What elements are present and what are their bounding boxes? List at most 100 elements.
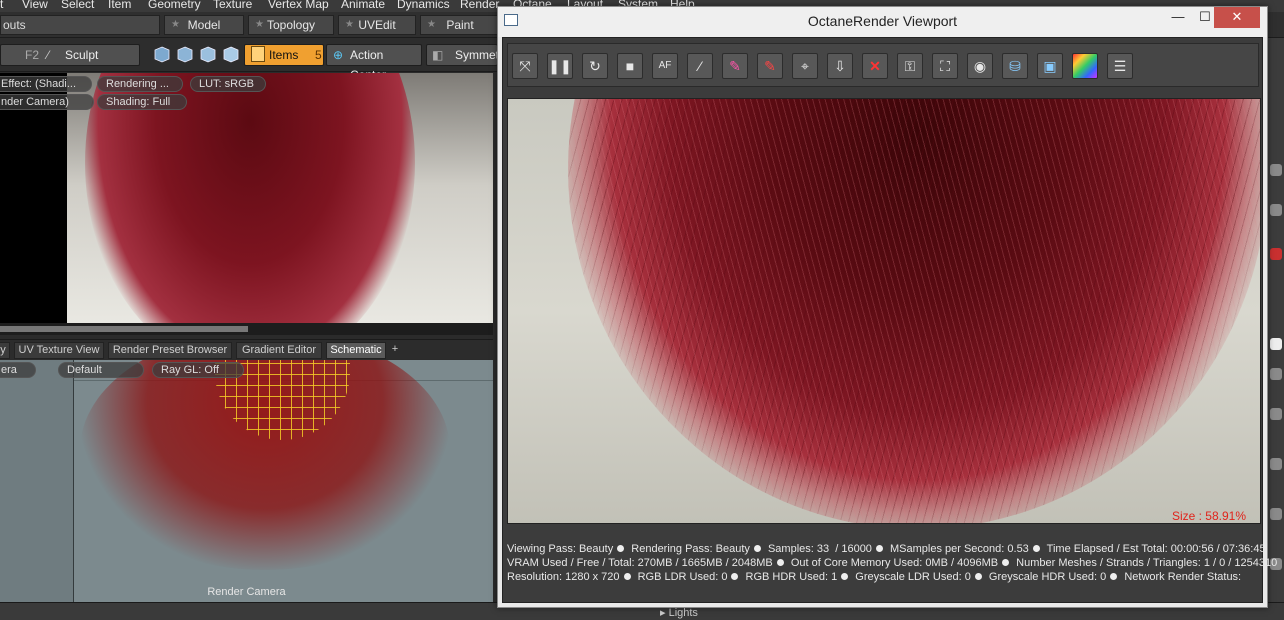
cube-icon[interactable]: ▣: [1037, 53, 1063, 79]
viewport-scrollbar[interactable]: [0, 323, 493, 335]
expand-arrow-icon: ▸: [660, 607, 669, 619]
panel-toggle-icon[interactable]: [1270, 408, 1282, 420]
menu-item-animate[interactable]: Animate: [341, 0, 385, 11]
sculpt-hotkey: F2: [25, 48, 40, 62]
shading-pill[interactable]: Shading: Full: [97, 94, 187, 110]
restart-icon[interactable]: ↻: [582, 53, 608, 79]
meshes-stat: Number Meshes / Strands / Triangles: 1 /…: [1016, 557, 1278, 569]
fur-strands: [568, 99, 1260, 523]
maximize-button[interactable]: ☐: [1196, 7, 1214, 28]
render-camera-label: Render Camera: [207, 586, 286, 598]
focus-picker-icon[interactable]: ⌖: [792, 53, 818, 79]
fur-ball-render: [85, 73, 415, 335]
panel-toggle-icon[interactable]: [1270, 248, 1282, 260]
autofocus-picker-icon[interactable]: AF: [652, 53, 678, 79]
network-status-stat: Network Render Status:: [1124, 571, 1242, 583]
stop-icon[interactable]: ■: [617, 53, 643, 79]
items-label: Items: [269, 48, 299, 62]
octane-body: ⤧ ❚❚ ↻ ■ AF ⁄ ✎ ✎ ⌖ ⇩ ✕ ⚿ ⛶ ◉ ⛁ ▣ ☰ Size…: [502, 37, 1277, 603]
add-tab-button[interactable]: +: [388, 342, 402, 359]
fit-icon[interactable]: ⤧: [512, 53, 538, 79]
polygon-select-icon[interactable]: [200, 46, 216, 63]
window-title: OctaneRender Viewport: [807, 13, 958, 29]
panel-toggle-icon[interactable]: [1270, 368, 1282, 380]
settings-icon[interactable]: ☰: [1107, 53, 1133, 79]
panel-toggle-icon[interactable]: [1270, 338, 1282, 350]
window-titlebar[interactable]: OctaneRender Viewport — ☐ ✕: [498, 7, 1267, 37]
tab-partial[interactable]: y: [0, 342, 10, 359]
lut-pill[interactable]: LUT: sRGB: [190, 76, 266, 92]
items-mode-button[interactable]: Items 5: [244, 44, 324, 66]
white-balance-picker-icon[interactable]: ⁄: [687, 53, 713, 79]
menu-item-vertex-map[interactable]: Vertex Map: [268, 0, 329, 11]
bottom-panel-tabs: y UV Texture View Render Preset Browser …: [0, 339, 493, 359]
raygl-pill[interactable]: Ray GL: Off: [152, 362, 244, 378]
tab-uv-texture-view[interactable]: UV Texture View: [14, 342, 104, 359]
gl-viewport-bottom[interactable]: era Default Ray GL: Off Render Camera: [0, 360, 493, 602]
default-pill[interactable]: Default: [58, 362, 144, 378]
panel-toggle-icon[interactable]: [1270, 458, 1282, 470]
camera-view-pill[interactable]: era: [0, 362, 36, 378]
camera-pill[interactable]: nder Camera): [0, 94, 94, 110]
panel-toggle-icon[interactable]: [1270, 164, 1282, 176]
material-select-icon[interactable]: [223, 46, 239, 63]
symmetry-button[interactable]: ◧ Symmetr: [426, 44, 498, 66]
scrollbar-thumb[interactable]: [0, 326, 248, 332]
favorite-star-icon: ★: [427, 19, 436, 30]
sculpt-button[interactable]: F2 ⁄ Sculpt: [0, 44, 140, 66]
lights-label: Lights: [668, 607, 698, 619]
layout-tab-uvedit[interactable]: ★ UVEdit: [338, 15, 416, 35]
layout-tab-label: Topology: [266, 18, 316, 32]
action-center-button[interactable]: ⊕ Action Center: [326, 44, 422, 82]
crosshair-icon: ⊕: [333, 48, 344, 62]
resolution-stat: Resolution: 1280 x 720: [507, 571, 620, 583]
vertex-select-icon[interactable]: [154, 46, 170, 63]
object-picker-icon[interactable]: ✎: [757, 53, 783, 79]
viewport-side-strip: [0, 73, 67, 335]
size-readout: Size : 58.91%: [1171, 509, 1246, 523]
save-image-icon[interactable]: ⛁: [1002, 53, 1028, 79]
out-of-core-stat: Out of Core Memory Used: 0MB / 4096MB: [790, 557, 999, 569]
layout-tab-model[interactable]: ★ Model: [164, 15, 244, 35]
grey-hdr-stat: Greyscale HDR Used: 0: [988, 571, 1107, 583]
edge-select-icon[interactable]: [177, 46, 193, 63]
palette-icon[interactable]: [1072, 53, 1098, 79]
symmetry-label: Symmetr: [455, 48, 497, 62]
menu-item-item[interactable]: Item: [108, 0, 131, 11]
pause-icon[interactable]: ❚❚: [547, 53, 573, 79]
menu-item-dynamics[interactable]: Dynamics: [397, 0, 450, 11]
stats-line-3: Resolution: 1280 x 720 RGB LDR Used: 0 R…: [507, 570, 1261, 584]
menu-item-t[interactable]: t: [0, 0, 3, 11]
close-button[interactable]: ✕: [1214, 7, 1260, 28]
menu-item-select[interactable]: Select: [61, 0, 94, 11]
material-picker-icon[interactable]: ✎: [722, 53, 748, 79]
camera-icon[interactable]: ◉: [967, 53, 993, 79]
menu-item-geometry[interactable]: Geometry: [148, 0, 201, 11]
tab-render-preset-browser[interactable]: Render Preset Browser: [108, 342, 232, 359]
menu-item-texture[interactable]: Texture: [213, 0, 252, 11]
panel-toggle-icon[interactable]: [1270, 508, 1282, 520]
tab-gradient-editor[interactable]: Gradient Editor: [236, 342, 322, 359]
menu-item-render[interactable]: Render: [460, 0, 499, 11]
render-viewport-top[interactable]: Effect: (Shadi... Rendering ... LUT: sRG…: [0, 73, 493, 335]
menu-item-view[interactable]: View: [22, 0, 48, 11]
item-cube-icon: [251, 46, 265, 62]
rgb-ldr-stat: RGB LDR Used: 0: [637, 571, 728, 583]
tab-schematic[interactable]: Schematic: [326, 342, 386, 359]
region-render-icon[interactable]: ⛶: [932, 53, 958, 79]
export-icon[interactable]: ⇩: [827, 53, 853, 79]
layout-tab-paint[interactable]: ★ Paint: [420, 15, 500, 35]
effect-pill[interactable]: Effect: (Shadi...: [0, 76, 92, 92]
lock-icon[interactable]: ⚿: [897, 53, 923, 79]
panel-toggle-icon[interactable]: [1270, 204, 1282, 216]
clear-icon[interactable]: ✕: [862, 53, 888, 79]
layouts-dropdown[interactable]: outs: [0, 15, 160, 35]
rgb-hdr-stat: RGB HDR Used: 1: [745, 571, 838, 583]
minimize-button[interactable]: —: [1168, 7, 1188, 28]
octane-render-image[interactable]: Size : 58.91%: [507, 98, 1261, 524]
symmetry-icon: ◧: [432, 48, 444, 62]
rendering-pill[interactable]: Rendering ...: [97, 76, 183, 92]
stats-line-2: VRAM Used / Free / Total: 270MB / 1665MB…: [507, 556, 1277, 570]
vram-stat: VRAM Used / Free / Total: 270MB / 1665MB…: [507, 557, 773, 569]
layout-tab-topology[interactable]: ★ Topology: [248, 15, 334, 35]
